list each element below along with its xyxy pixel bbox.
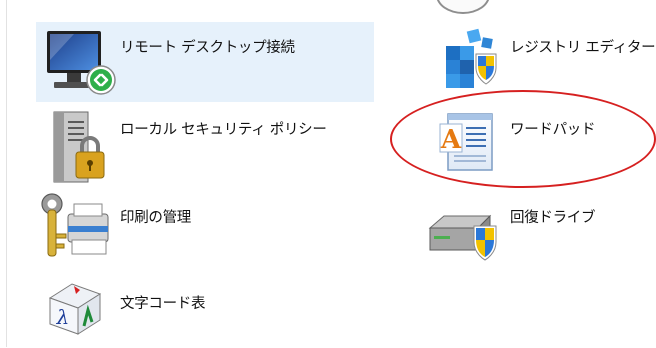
item-wordpad[interactable]: A ワードパッド (432, 104, 652, 184)
svg-text:λ: λ (56, 305, 70, 329)
item-label: リモート デスクトップ接続 (120, 40, 295, 56)
item-registry-editor[interactable]: レジストリ エディター (432, 22, 656, 102)
registry-editor-icon (438, 24, 504, 92)
remote-desktop-icon (44, 28, 120, 98)
item-print-management[interactable]: 印刷の管理 (36, 186, 374, 266)
item-character-map[interactable]: λ 文字コード表 (36, 268, 374, 348)
item-label: ワードパッド (510, 122, 596, 138)
svg-text:A: A (440, 125, 462, 155)
item-label: 回復ドライブ (510, 210, 596, 226)
print-management-icon (38, 192, 118, 264)
item-label: 印刷の管理 (120, 210, 191, 226)
item-label: 文字コード表 (120, 296, 206, 312)
wordpad-icon: A (438, 108, 500, 178)
item-label: レジストリ エディター (510, 40, 656, 56)
recovery-drive-icon (424, 206, 504, 264)
item-local-security-policy[interactable]: ローカル セキュリティ ポリシー (36, 104, 374, 184)
local-security-policy-icon (48, 108, 108, 186)
item-recovery-drive[interactable]: 回復ドライブ (428, 186, 652, 266)
item-label: ローカル セキュリティ ポリシー (120, 122, 327, 138)
partial-icon-above (436, 0, 490, 14)
character-map-icon: λ (44, 276, 108, 340)
pane-divider (6, 0, 7, 347)
item-remote-desktop[interactable]: リモート デスクトップ接続 (36, 22, 374, 102)
